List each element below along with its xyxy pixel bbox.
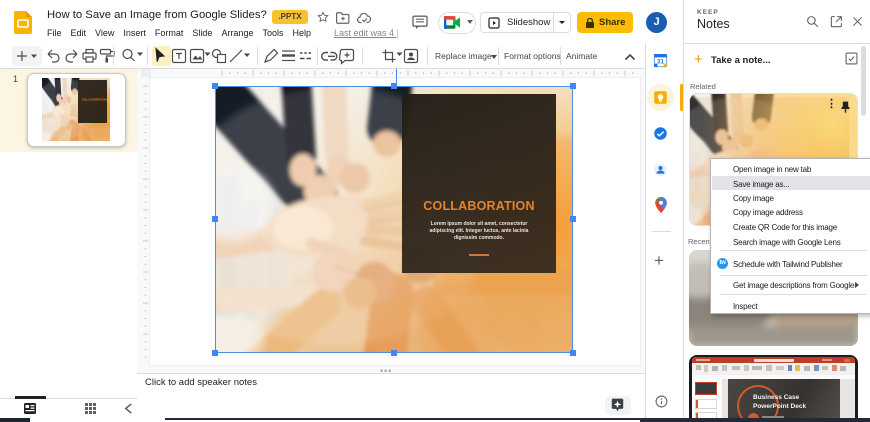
svg-text:31: 31 xyxy=(657,58,664,65)
